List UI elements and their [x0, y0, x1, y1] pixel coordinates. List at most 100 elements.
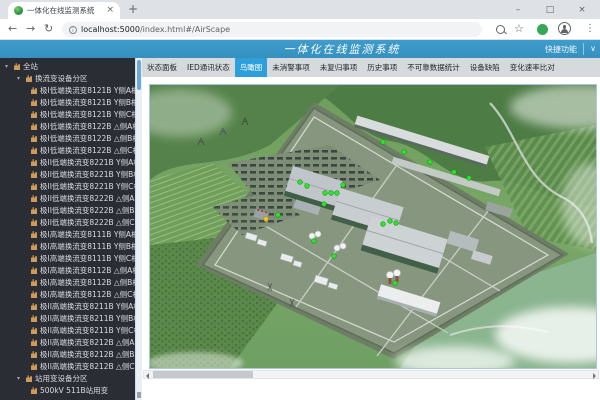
device-icon [30, 86, 38, 94]
status-dot[interactable] [381, 222, 386, 227]
horizontal-scrollbar[interactable] [143, 370, 599, 379]
chevron-down-icon[interactable]: ∨ [590, 44, 596, 53]
browser-tab[interactable]: 一体化在线监测系统 × [8, 2, 120, 19]
tab-5[interactable]: 未复归事项 [315, 58, 363, 77]
tab-4[interactable]: 未消警事项 [267, 58, 315, 77]
close-tab-icon[interactable]: × [106, 6, 114, 15]
tree-item[interactable]: 极II高端换流变8211B Y侧A相 [0, 300, 135, 312]
tree-item-label: 极I低端换流变8121B Y侧B相 [40, 97, 135, 108]
status-dot[interactable] [276, 213, 281, 218]
device-icon [30, 314, 38, 322]
status-dot[interactable] [329, 191, 334, 196]
status-dot[interactable] [394, 221, 399, 226]
tab-1[interactable]: 状态面板 [142, 58, 182, 77]
site-info-icon[interactable]: i [69, 26, 77, 34]
tree-item[interactable]: ▾换流变设备分区 [0, 72, 135, 84]
status-dot[interactable] [428, 160, 433, 165]
tree-item[interactable]: 极II高端换流变8212B △侧B相 [0, 348, 135, 360]
tree-item[interactable]: 极II高端换流变8212B △侧A相 [0, 336, 135, 348]
device-icon [30, 194, 38, 202]
tree-item[interactable]: 500kV 511B站用变 [0, 384, 135, 396]
tab-7[interactable]: 不可靠数据统计 [402, 58, 465, 77]
tree-item[interactable]: 极I低端换流变8121B Y侧B相 [0, 96, 135, 108]
tree-item-label: 极I低端换流变8122B △侧B相 [40, 133, 135, 144]
tab-6[interactable]: 历史事项 [362, 58, 402, 77]
tree-item[interactable]: ▾全站 [0, 60, 135, 72]
tree-item[interactable]: 极I高端换流变8111B Y侧B相 [0, 240, 135, 252]
maximize-button[interactable]: □ [538, 5, 562, 15]
status-dot[interactable] [264, 217, 269, 222]
status-dot[interactable] [381, 140, 386, 145]
tree-item[interactable]: 极II高端换流变8211B Y侧B相 [0, 312, 135, 324]
status-dot[interactable] [452, 170, 457, 175]
tree-item[interactable]: 极I低端换流变8121B Y侧A相 [0, 84, 135, 96]
extension-icon[interactable] [537, 24, 548, 35]
tree-item[interactable]: 极I高端换流变8112B △侧C相 [0, 288, 135, 300]
tab-3[interactable]: 鸟瞰图 [235, 58, 268, 77]
tree-item-label: 极I低端换流变8121B Y侧A相 [40, 85, 135, 96]
device-icon [30, 206, 38, 214]
tree-item[interactable]: 极I低端换流变8122B △侧C相 [0, 144, 135, 156]
scrollbar-thumb[interactable] [137, 60, 141, 90]
tree-item-label: 极II低端换流变8222B △侧A相 [40, 193, 135, 204]
tree-item[interactable]: 极I低端换流变8122B △侧A相 [0, 120, 135, 132]
new-tab-button[interactable]: + [128, 2, 138, 16]
tree-item-label: 站用变设备分区 [35, 373, 88, 384]
tab-8[interactable]: 设备缺陷 [465, 58, 505, 77]
device-icon [30, 386, 38, 394]
status-dot[interactable] [335, 191, 340, 196]
quick-functions-button[interactable]: 快捷功能 [545, 44, 577, 55]
status-dot[interactable] [467, 176, 472, 181]
tree-item[interactable]: 极I低端换流变8122B △侧B相 [0, 132, 135, 144]
tree-item[interactable]: 极II低端换流变8222B △侧A相 [0, 192, 135, 204]
status-dot[interactable] [388, 219, 393, 224]
status-dot[interactable] [332, 254, 337, 259]
status-dot[interactable] [341, 183, 346, 188]
browser-menu-icon[interactable]: ⋮ [585, 23, 595, 34]
status-dot[interactable] [322, 202, 327, 207]
scrollbar-down-button[interactable] [137, 392, 141, 398]
tree-item[interactable]: 极II低端换流变8221B Y侧C相 [0, 180, 135, 192]
back-button[interactable]: ← [8, 22, 17, 35]
close-button[interactable]: × [570, 5, 594, 15]
bookmark-star-icon[interactable]: ☆ [514, 22, 524, 35]
sidebar-scrollbar[interactable] [135, 58, 142, 400]
tab-9[interactable]: 变化速率比对 [505, 58, 560, 77]
tab-2[interactable]: IED通讯状态 [182, 58, 235, 77]
status-dot[interactable] [323, 191, 328, 196]
minimize-button[interactable]: – [506, 5, 530, 15]
scroll-right-icon[interactable] [593, 373, 596, 379]
tree-item[interactable]: 极II低端换流变8222B △侧C相 [0, 216, 135, 228]
tree-item[interactable]: 极I高端换流变8111B Y侧A相 [0, 228, 135, 240]
caret-down-icon[interactable]: ▾ [17, 75, 25, 82]
zoom-icon[interactable] [496, 25, 505, 34]
scroll-left-icon[interactable] [146, 373, 149, 379]
status-dot[interactable] [393, 281, 398, 286]
url-bar[interactable]: i localhost:5000/index.html#/AirScape [62, 22, 482, 37]
tree-item[interactable]: 极I高端换流变8112B △侧B相 [0, 276, 135, 288]
forward-button[interactable]: → [26, 22, 35, 35]
caret-down-icon[interactable]: ▾ [5, 63, 13, 70]
tree-item[interactable]: 极II低端换流变8221B Y侧A相 [0, 156, 135, 168]
tree-item[interactable]: ▾ 站用变设备分区 [0, 372, 135, 384]
reload-button[interactable]: ↻ [44, 22, 53, 35]
tree-item[interactable]: 极I高端换流变8111B Y侧C相 [0, 252, 135, 264]
profile-avatar-icon[interactable] [558, 22, 571, 35]
aerial-view-panel[interactable] [149, 84, 597, 369]
device-icon [30, 278, 38, 286]
tree-item[interactable]: 极II低端换流变8222B △侧B相 [0, 204, 135, 216]
tree-item[interactable]: 极I低端换流变8121B Y侧C相 [0, 108, 135, 120]
tree-item[interactable]: 极II高端换流变8212B △侧C相 [0, 360, 135, 372]
status-dot[interactable] [298, 180, 303, 185]
status-dot[interactable] [402, 150, 407, 155]
tree-item[interactable]: 极II低端换流变8221B Y侧B相 [0, 168, 135, 180]
device-icon [30, 350, 38, 358]
tree-item[interactable]: 极I高端换流变8112B △侧A相 [0, 264, 135, 276]
caret-down-icon[interactable]: ▾ [17, 375, 25, 382]
tree-item[interactable]: 极II高端换流变8211B Y侧C相 [0, 324, 135, 336]
status-dot[interactable] [312, 239, 317, 244]
tree-item-label: 极I高端换流变8111B Y侧A相 [40, 229, 135, 240]
tree-item-label: 极II高端换流变8211B Y侧C相 [40, 325, 135, 336]
scrollbar-thumb[interactable] [153, 371, 253, 378]
status-dot[interactable] [305, 184, 310, 189]
